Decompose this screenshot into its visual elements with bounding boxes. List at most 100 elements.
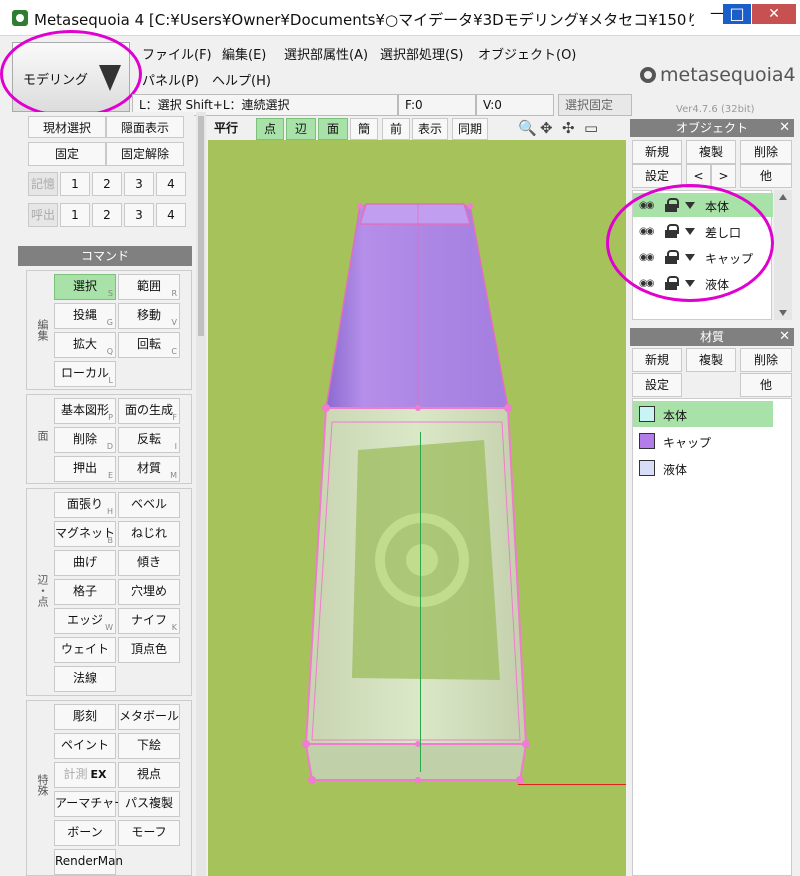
command-label: ベベル bbox=[130, 497, 167, 511]
command-button[interactable]: 傾き bbox=[118, 550, 180, 576]
maximize-button[interactable]: □ bbox=[723, 4, 751, 24]
view-toolbar-button[interactable]: 簡 bbox=[350, 118, 378, 140]
menu-object[interactable]: オブジェクト(O) bbox=[478, 44, 576, 63]
memory-slot-4[interactable]: 4 bbox=[156, 172, 186, 196]
recall-slot-2[interactable]: 2 bbox=[92, 203, 122, 227]
command-button[interactable]: 格子 bbox=[54, 579, 116, 605]
view-toolbar-button[interactable]: 同期 bbox=[452, 118, 488, 140]
material-name: 液体 bbox=[663, 463, 688, 477]
material-color-swatch bbox=[639, 406, 655, 422]
memory-slot-2[interactable]: 2 bbox=[92, 172, 122, 196]
command-button[interactable]: アーマチャー bbox=[54, 791, 126, 817]
command-button[interactable]: 面張り H bbox=[54, 492, 116, 518]
duplicate-material-button[interactable]: 複製 bbox=[686, 348, 736, 372]
new-material-button[interactable]: 新規 bbox=[632, 348, 682, 372]
material-more-button[interactable]: 他 bbox=[740, 373, 792, 397]
select-by-material-button[interactable]: 現材選択 bbox=[28, 116, 106, 138]
view-toolbar-button[interactable]: 辺 bbox=[286, 118, 316, 140]
shortcut-key: K bbox=[171, 623, 177, 632]
memory-slot-1[interactable]: 1 bbox=[60, 172, 90, 196]
left-panel-scrollbar-thumb[interactable] bbox=[198, 116, 204, 336]
command-button[interactable]: 投縄 G bbox=[54, 303, 116, 329]
shortcut-key: W bbox=[105, 623, 113, 632]
command-button[interactable]: マグネット B bbox=[54, 521, 116, 547]
recall-slot-3[interactable]: 3 bbox=[124, 203, 154, 227]
menu-file[interactable]: ファイル(F) bbox=[142, 44, 212, 63]
command-button[interactable]: 下絵 bbox=[118, 733, 180, 759]
command-button[interactable]: RenderMan bbox=[54, 849, 123, 875]
material-row[interactable]: キャップ bbox=[633, 428, 773, 454]
command-label: 回転 bbox=[136, 337, 161, 351]
delete-object-button[interactable]: 削除 bbox=[740, 140, 792, 164]
command-button[interactable]: ペイント bbox=[54, 733, 116, 759]
unlock-button[interactable]: 固定解除 bbox=[106, 142, 184, 166]
command-button[interactable]: 削除 D bbox=[54, 427, 116, 453]
scroll-up-icon[interactable] bbox=[779, 194, 787, 200]
view-toolbar-button[interactable]: 前 bbox=[382, 118, 410, 140]
command-button[interactable]: パス複製 bbox=[118, 791, 180, 817]
view-toolbar-button[interactable]: 点 bbox=[256, 118, 284, 140]
command-label: アーマチャー bbox=[55, 796, 127, 810]
material-row[interactable]: 本体 bbox=[633, 401, 773, 427]
command-button[interactable]: 範囲 R bbox=[118, 274, 180, 300]
object-next-button[interactable]: > bbox=[711, 164, 736, 188]
recall-slot-4[interactable]: 4 bbox=[156, 203, 186, 227]
command-button[interactable]: 押出 E bbox=[54, 456, 116, 482]
monitor-icon[interactable]: ▭ bbox=[584, 119, 598, 137]
duplicate-object-button[interactable]: 複製 bbox=[686, 140, 736, 164]
command-button[interactable]: エッジ W bbox=[54, 608, 116, 634]
command-button[interactable]: 移動 V bbox=[118, 303, 180, 329]
memory-slot-3[interactable]: 3 bbox=[124, 172, 154, 196]
material-row[interactable]: 液体 bbox=[633, 455, 773, 481]
delete-material-button[interactable]: 削除 bbox=[740, 348, 792, 372]
command-button[interactable]: ねじれ bbox=[118, 521, 180, 547]
view-toolbar-button[interactable]: 平行 bbox=[212, 118, 240, 140]
app-icon bbox=[12, 10, 28, 26]
menu-selection-attribute[interactable]: 選択部属性(A) bbox=[284, 44, 368, 63]
material-settings-button[interactable]: 設定 bbox=[632, 373, 682, 397]
command-button[interactable]: 彫刻 bbox=[54, 704, 116, 730]
command-button[interactable]: 頂点色 bbox=[118, 637, 180, 663]
rotate-view-icon[interactable]: ✣ bbox=[562, 119, 575, 137]
command-button[interactable]: 計測 EX bbox=[54, 762, 116, 788]
command-button[interactable]: モーフ bbox=[118, 820, 180, 846]
3d-viewport[interactable] bbox=[208, 140, 626, 876]
command-button[interactable]: 視点 bbox=[118, 762, 180, 788]
command-button[interactable]: ナイフ K bbox=[118, 608, 180, 634]
object-list-scrollbar[interactable] bbox=[774, 190, 792, 320]
command-button[interactable]: 回転 C bbox=[118, 332, 180, 358]
selection-lock-button[interactable]: 選択固定 bbox=[558, 94, 632, 116]
command-button[interactable]: メタボール bbox=[118, 704, 180, 730]
menu-selection-process[interactable]: 選択部処理(S) bbox=[380, 44, 463, 63]
new-object-button[interactable]: 新規 bbox=[632, 140, 682, 164]
command-button[interactable]: 基本図形 P bbox=[54, 398, 116, 424]
scroll-down-icon[interactable] bbox=[779, 310, 787, 316]
command-button[interactable]: 選択 S bbox=[54, 274, 116, 300]
hidden-face-toggle[interactable]: 隠面表示 bbox=[106, 116, 184, 138]
menu-edit[interactable]: 編集(E) bbox=[222, 44, 266, 63]
edit-category-label: 編集 bbox=[36, 319, 49, 341]
command-button[interactable]: 拡大 Q bbox=[54, 332, 116, 358]
command-button[interactable]: 材質 M bbox=[118, 456, 180, 482]
command-button[interactable]: ボーン bbox=[54, 820, 116, 846]
move-view-icon[interactable]: ✥ bbox=[540, 119, 553, 137]
lock-button[interactable]: 固定 bbox=[28, 142, 106, 166]
command-button[interactable]: ウェイト bbox=[54, 637, 116, 663]
view-toolbar-button[interactable]: 面 bbox=[318, 118, 348, 140]
object-panel-close-icon[interactable]: ✕ bbox=[779, 119, 790, 137]
command-button[interactable]: 面の生成 F bbox=[118, 398, 180, 424]
command-button[interactable]: 反転 I bbox=[118, 427, 180, 453]
menu-panel[interactable]: パネル(P) bbox=[142, 70, 199, 89]
view-toolbar-button[interactable]: 表示 bbox=[412, 118, 448, 140]
menu-help[interactable]: ヘルプ(H) bbox=[212, 70, 271, 89]
command-button[interactable]: ローカル L bbox=[54, 361, 116, 387]
command-button[interactable]: 法線 bbox=[54, 666, 116, 692]
command-button[interactable]: ベベル bbox=[118, 492, 180, 518]
recall-slot-1[interactable]: 1 bbox=[60, 203, 90, 227]
close-button[interactable]: ✕ bbox=[752, 4, 796, 24]
command-button[interactable]: 穴埋め bbox=[118, 579, 180, 605]
command-button[interactable]: 曲げ bbox=[54, 550, 116, 576]
material-panel-close-icon[interactable]: ✕ bbox=[779, 328, 790, 346]
magnify-icon[interactable]: 🔍 bbox=[518, 119, 537, 137]
object-more-button[interactable]: 他 bbox=[740, 164, 792, 188]
